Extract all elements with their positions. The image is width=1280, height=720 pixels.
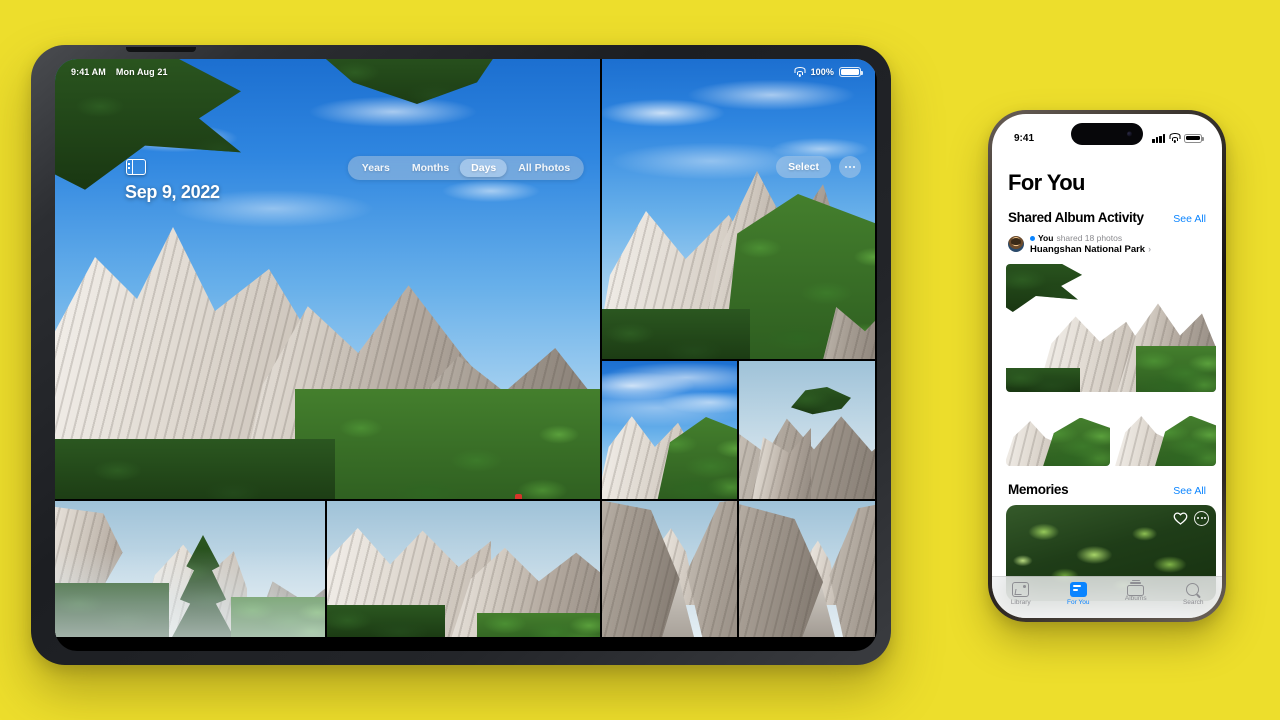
- shared-album-collage: [1006, 263, 1222, 476]
- memory-card-actions: [1173, 510, 1209, 526]
- battery-icon: [1184, 133, 1204, 143]
- segment-months[interactable]: Months: [401, 159, 460, 177]
- collage-photo-main[interactable]: [1006, 263, 1216, 392]
- for-you-icon: [1069, 582, 1087, 597]
- activity-description: shared 18 photos: [1056, 233, 1123, 243]
- iphone-screen: 9:41 For You Shared Album Activity See A…: [992, 114, 1222, 618]
- iphone-status-time: 9:41: [1014, 132, 1035, 144]
- date-title: Sep 9, 2022: [125, 182, 220, 202]
- select-button[interactable]: Select: [776, 156, 831, 178]
- hero-photo[interactable]: [55, 59, 600, 499]
- shared-album-heading: Shared Album Activity: [1008, 210, 1144, 225]
- tab-for-you-label: For You: [1067, 599, 1090, 606]
- unread-dot-icon: [1030, 235, 1035, 241]
- activity-actor: You: [1038, 233, 1054, 243]
- albums-icon: [1127, 579, 1145, 596]
- search-icon: [1185, 582, 1202, 597]
- photo-library-icon: [1012, 582, 1030, 597]
- iphone-device: 9:41 For You Shared Album Activity See A…: [988, 110, 1226, 622]
- tab-albums-label: Albums: [1124, 595, 1147, 602]
- shared-album-activity-row[interactable]: You shared 18 photos Huangshan National …: [992, 229, 1222, 262]
- wifi-icon: [1169, 133, 1180, 143]
- bottom-photo-3[interactable]: [602, 501, 737, 637]
- activity-text: You shared 18 photos Huangshan National …: [1030, 233, 1151, 256]
- bottom-photo-2[interactable]: [327, 501, 600, 637]
- tab-for-you[interactable]: For You: [1050, 582, 1108, 606]
- bottom-photo-4[interactable]: [739, 501, 875, 637]
- ipad-screen: 9:41 AM Mon Aug 21 100% Sep 9, 2022 Year…: [55, 59, 877, 651]
- memories-see-all[interactable]: See All: [1173, 485, 1206, 497]
- memories-heading: Memories: [1008, 481, 1069, 497]
- tab-bar: Library For You Albums Search: [992, 576, 1222, 618]
- iphone-content: For You Shared Album Activity See All Yo…: [992, 152, 1222, 618]
- tab-albums[interactable]: Albums: [1107, 579, 1165, 602]
- heart-icon[interactable]: [1173, 511, 1188, 525]
- shared-album-see-all[interactable]: See All: [1173, 213, 1206, 225]
- memories-section-header: Memories See All: [992, 476, 1222, 501]
- tab-search[interactable]: Search: [1165, 582, 1223, 606]
- cellular-bars-icon: [1152, 133, 1165, 143]
- ellipsis-icon[interactable]: [839, 156, 861, 178]
- tab-search-label: Search: [1182, 599, 1204, 606]
- tab-library[interactable]: Library: [992, 582, 1050, 606]
- collage-next-card-peek[interactable]: [1220, 264, 1222, 466]
- photo-grid: [55, 59, 877, 651]
- view-segmented-control[interactable]: Years Months Days All Photos: [347, 156, 585, 180]
- album-name[interactable]: Huangshan National Park: [1030, 244, 1145, 256]
- top-right-photo[interactable]: [602, 59, 875, 359]
- page-title: For You: [1008, 170, 1085, 195]
- ipad-device: 9:41 AM Mon Aug 21 100% Sep 9, 2022 Year…: [31, 45, 891, 665]
- segment-all-photos[interactable]: All Photos: [507, 159, 581, 177]
- ipad-toolbar-actions: Select: [776, 156, 861, 178]
- avatar: [1008, 236, 1024, 253]
- mid-right-photo[interactable]: [739, 361, 875, 499]
- chevron-right-icon: ›: [1148, 243, 1152, 254]
- bottom-photo-1[interactable]: [55, 501, 325, 637]
- collage-photo-2[interactable]: [1006, 393, 1110, 466]
- shared-album-section-header: Shared Album Activity See All: [992, 204, 1222, 229]
- collage-photo-3[interactable]: [1112, 393, 1216, 466]
- tab-library-label: Library: [1010, 599, 1031, 606]
- segment-years[interactable]: Years: [351, 159, 401, 177]
- segment-days[interactable]: Days: [460, 159, 508, 177]
- sidebar-toggle-icon[interactable]: [126, 159, 146, 175]
- ellipsis-circle-icon[interactable]: [1194, 510, 1209, 526]
- mid-left-photo[interactable]: [602, 361, 737, 499]
- dynamic-island: [1071, 123, 1143, 145]
